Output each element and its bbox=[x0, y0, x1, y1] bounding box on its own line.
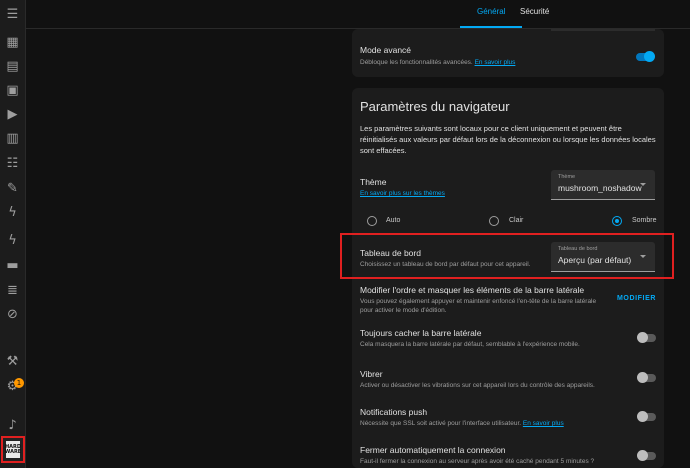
radio-dark-label: Sombre bbox=[632, 217, 657, 224]
active-tab-indicator bbox=[460, 26, 522, 28]
vibrate-title: Vibrer bbox=[360, 369, 383, 379]
advanced-mode-desc: Débloque les fonctionnalités avancées. E… bbox=[360, 58, 515, 67]
toggle-knob bbox=[637, 411, 648, 422]
sidebar: ☰ ▦ ▤ ▣ ▶ ▥ ☷ ✎ ϟ ϟ ▬ ≣ ⊘ ⚒ ⚙ 1 ♪ HARD W… bbox=[0, 0, 26, 468]
theme-select-label: Thème bbox=[558, 174, 576, 180]
auto-close-title: Fermer automatiquement la connexion bbox=[360, 445, 506, 455]
advanced-mode-sub: Débloque les fonctionnalités avancées. bbox=[360, 59, 473, 66]
advanced-learn-more-link[interactable]: En savoir plus bbox=[475, 59, 516, 66]
hide-sidebar-title: Toujours cacher la barre latérale bbox=[360, 328, 482, 338]
theme-learn-more-link[interactable]: En savoir plus sur les thèmes bbox=[360, 189, 445, 198]
auto-close-toggle[interactable] bbox=[637, 450, 656, 461]
zwave-icon[interactable]: ▬ bbox=[0, 254, 25, 276]
hide-sidebar-sub: Cela masquera la barre latérale par défa… bbox=[360, 341, 580, 348]
energy-icon[interactable]: ▤ bbox=[0, 55, 25, 77]
toggle-knob bbox=[637, 332, 648, 343]
hide-sidebar-toggle[interactable] bbox=[637, 332, 656, 343]
todo-list-icon[interactable]: ☷ bbox=[0, 152, 25, 174]
push-sub: Nécessite que SSL soit activé pour l'int… bbox=[360, 420, 522, 427]
chevron-down-icon bbox=[640, 183, 646, 186]
previous-field-edge bbox=[551, 29, 655, 31]
vibrate-sub: Activer ou désactiver les vibrations sur… bbox=[360, 382, 595, 389]
sidebar-order-title: Modifier l'ordre et masquer les éléments… bbox=[360, 285, 585, 295]
notification-badge: 1 bbox=[14, 378, 24, 388]
toggle-knob bbox=[644, 51, 655, 62]
browser-settings-description: Les paramètres suivants sont locaux pour… bbox=[360, 124, 656, 155]
vibrate-toggle[interactable] bbox=[637, 372, 656, 383]
tools-icon[interactable]: ✎ bbox=[0, 177, 25, 199]
theme-select-value: mushroom_noshadow bbox=[558, 183, 642, 193]
user-avatar[interactable]: HARD WARE bbox=[5, 441, 21, 458]
theme-title: Thème bbox=[360, 177, 387, 187]
radio-light-label: Clair bbox=[509, 217, 524, 224]
tab-security[interactable]: Sécurité bbox=[520, 7, 549, 16]
bell-icon[interactable]: ♪ bbox=[0, 414, 25, 436]
media-icon[interactable]: ▶ bbox=[0, 103, 25, 125]
advanced-mode-card: Mode avancé Débloque les fonctionnalités… bbox=[352, 29, 664, 77]
toggle-knob bbox=[637, 372, 648, 383]
dashboard-highlight-box bbox=[340, 233, 674, 279]
auto-close-sub: Faut-il fermer la connexion au serveur a… bbox=[360, 458, 595, 465]
push-title: Notifications push bbox=[360, 407, 428, 417]
advanced-mode-title: Mode avancé bbox=[360, 45, 412, 55]
sidebar-order-sub: Vous pouvez également appuyer et mainten… bbox=[360, 298, 597, 314]
radio-auto[interactable] bbox=[367, 216, 377, 226]
toggle-knob bbox=[637, 450, 648, 461]
radio-auto-label: Auto bbox=[386, 217, 401, 224]
push-desc: Nécessite que SSL soit activé pour l'int… bbox=[360, 419, 564, 428]
compass-icon[interactable]: ⊘ bbox=[0, 303, 25, 325]
browser-settings-heading: Paramètres du navigateur bbox=[360, 99, 510, 114]
zigbee-icon[interactable]: ≣ bbox=[0, 279, 25, 301]
top-bar: Général Sécurité bbox=[26, 0, 690, 29]
menu-icon[interactable]: ☰ bbox=[0, 3, 25, 25]
advanced-mode-toggle[interactable] bbox=[636, 51, 655, 62]
theme-select[interactable]: Thème mushroom_noshadow bbox=[551, 170, 655, 200]
calendar-icon[interactable]: ▣ bbox=[0, 79, 25, 101]
logbook-icon[interactable]: ▥ bbox=[0, 127, 25, 149]
flash-icon[interactable]: ϟ bbox=[0, 229, 25, 251]
overview-icon[interactable]: ▦ bbox=[0, 31, 25, 53]
user-avatar-highlight[interactable]: HARD WARE bbox=[1, 436, 25, 463]
push-learn-more-link[interactable]: En savoir plus bbox=[523, 420, 564, 427]
push-toggle[interactable] bbox=[637, 411, 656, 422]
hammer-icon[interactable]: ⚒ bbox=[0, 350, 25, 372]
radio-dark[interactable] bbox=[612, 216, 622, 226]
modify-button[interactable]: MODIFIER bbox=[617, 295, 656, 302]
radio-light[interactable] bbox=[489, 216, 499, 226]
tab-general[interactable]: Général bbox=[477, 7, 505, 16]
flash-icon[interactable]: ϟ bbox=[0, 201, 25, 223]
